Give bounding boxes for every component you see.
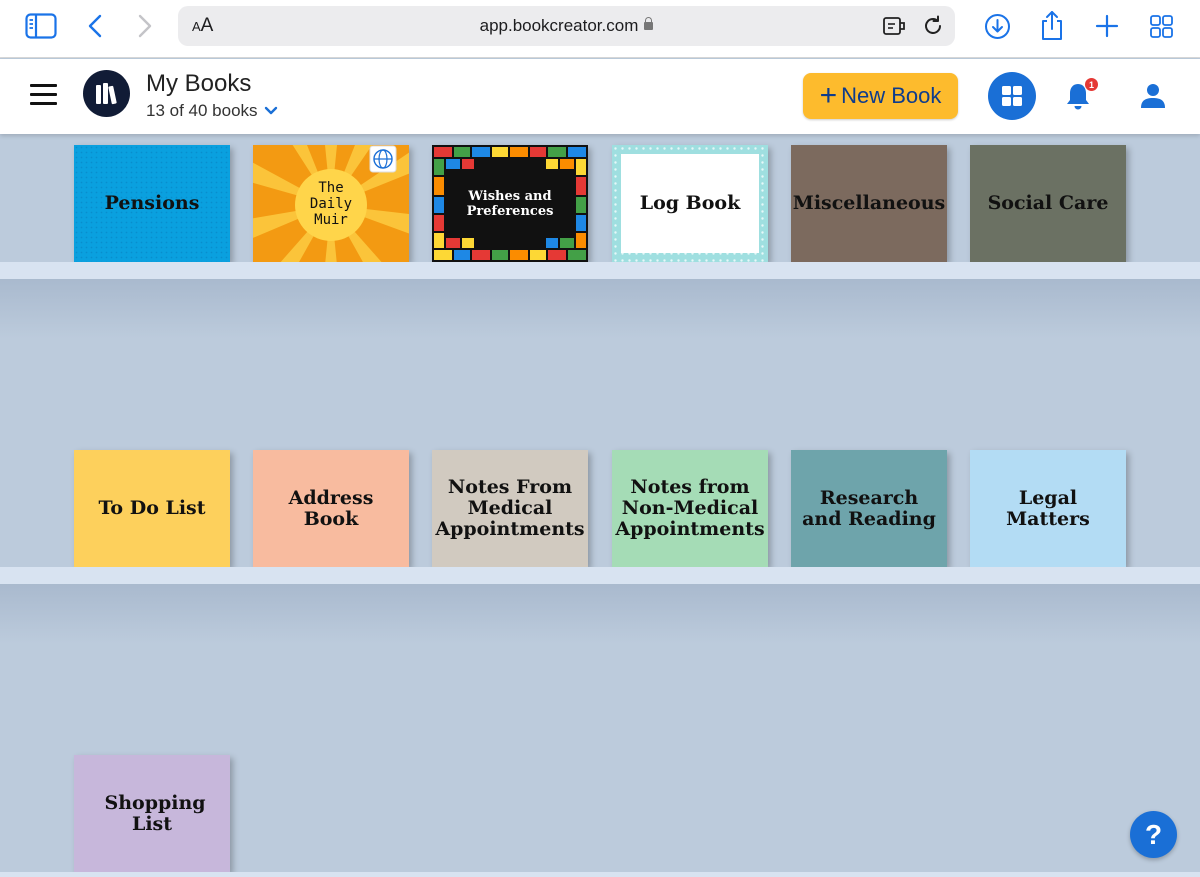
tab-overview-icon[interactable] [1148, 13, 1174, 39]
shelf-shadow [0, 584, 1200, 644]
plus-icon: + [819, 79, 838, 112]
back-icon[interactable] [84, 12, 106, 40]
shelf [0, 567, 1200, 584]
book-social-care[interactable]: Social Care [970, 145, 1126, 262]
new-book-label: New Book [841, 83, 942, 108]
notifications-button[interactable]: 1 [1064, 77, 1100, 113]
book-the-daily-muir[interactable]: The Daily Muir [253, 145, 409, 262]
menu-icon[interactable] [30, 83, 57, 105]
book-title: Pensions [104, 192, 200, 214]
book-title: Notes from Non-Medical Appointments [615, 476, 765, 540]
book-legal-matters[interactable]: Legal Matters [970, 450, 1126, 567]
book-title: The Daily Muir [309, 179, 353, 228]
book-miscellaneous[interactable]: Miscellaneous [791, 145, 947, 262]
grid-icon [1002, 86, 1022, 106]
book-log-book[interactable]: Log Book [612, 145, 768, 262]
book-to-do-list[interactable]: To Do List [74, 450, 230, 567]
help-button[interactable]: ? [1130, 811, 1177, 858]
url-text: app.bookcreator.com [178, 16, 955, 36]
notification-badge: 1 [1084, 77, 1099, 92]
book-count-label: 13 of 40 books [146, 101, 258, 120]
book-title: Log Book [639, 192, 741, 214]
account-button[interactable] [1138, 81, 1168, 111]
user-icon [1141, 84, 1165, 108]
extension-icon[interactable] [882, 14, 908, 38]
book-title: To Do List [98, 497, 206, 519]
book-title: Shopping List [104, 791, 206, 835]
sidebar-toggle-icon[interactable] [24, 12, 58, 40]
share-icon[interactable] [1039, 9, 1065, 41]
bookcreator-logo[interactable] [83, 70, 130, 117]
book-title: Address Book [288, 486, 374, 530]
book-wishes-and-preferences[interactable]: Wishes and Preferences [432, 145, 588, 262]
grid-view-button[interactable] [988, 72, 1036, 120]
new-book-button[interactable]: + New Book [803, 73, 958, 119]
globe-icon[interactable] [370, 146, 396, 172]
lock-icon [644, 17, 654, 30]
book-title: Notes From Medical Appointments [435, 476, 585, 540]
chevron-down-icon [264, 106, 277, 115]
book-research-and-reading[interactable]: Research and Reading [791, 450, 947, 567]
address-bar[interactable]: AA app.bookcreator.com [178, 6, 955, 46]
book-title: Miscellaneous [792, 192, 946, 214]
shelf-shadow [0, 279, 1200, 339]
book-notes-from-non-medical-appointments[interactable]: Notes from Non-Medical Appointments [612, 450, 768, 567]
book-address-book[interactable]: Address Book [253, 450, 409, 567]
shelf [0, 262, 1200, 279]
book-notes-from-medical-appointments[interactable]: Notes From Medical Appointments [432, 450, 588, 567]
browser-toolbar: AA app.bookcreator.com [0, 0, 1200, 58]
downloads-icon[interactable] [983, 12, 1011, 40]
book-title: Legal Matters [1006, 486, 1090, 530]
book-pensions[interactable]: Pensions [74, 145, 230, 262]
book-title: Research and Reading [802, 486, 936, 530]
page-title: My Books [146, 70, 252, 97]
book-title: Wishes and Preferences [466, 188, 554, 219]
book-title: Social Care [987, 192, 1109, 214]
book-count-dropdown[interactable]: 13 of 40 books [146, 101, 278, 121]
shelf [0, 872, 1200, 877]
app-header: My Books 13 of 40 books + New Book 1 [0, 59, 1200, 134]
new-tab-icon[interactable] [1094, 13, 1120, 39]
forward-icon[interactable] [134, 12, 156, 40]
book-shopping-list[interactable]: Shopping List [74, 755, 230, 872]
reload-icon[interactable] [920, 14, 946, 38]
